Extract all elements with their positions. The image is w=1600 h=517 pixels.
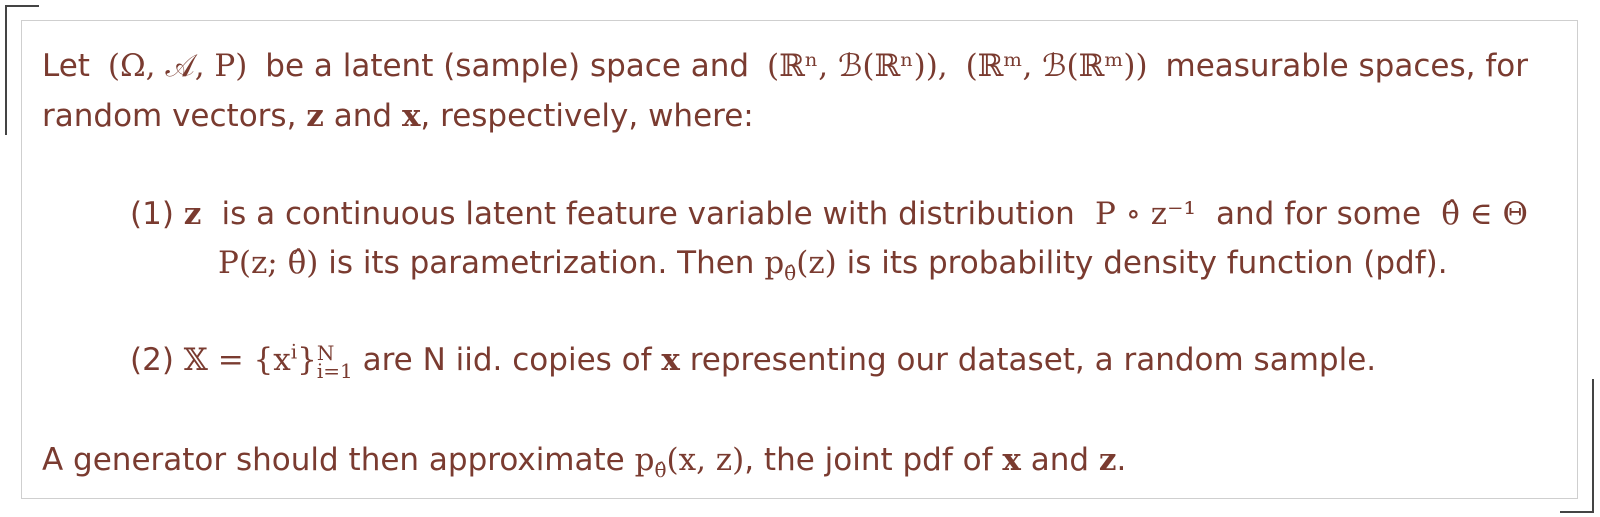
conclusion-text-generator: A generator should then approximate — [42, 442, 625, 478]
conclusion-period: . — [1116, 442, 1127, 478]
dataset-set: 𝕏 = {xi} Ni=1 — [183, 342, 353, 383]
item-2-text-copies: are N iid. copies of — [362, 342, 652, 378]
list-item-1-line-2: P(z; θ̂) is its parametrization. Then pθ… — [218, 243, 1448, 283]
joint-pdf-argument: (x, z) — [666, 442, 745, 478]
item-1-text-pdf: is its probability density function (pdf… — [846, 245, 1448, 281]
intro-text-respectively: , respectively, where: — [420, 98, 754, 134]
probability-space-math: (Ω, 𝒜, P) — [107, 48, 248, 84]
dataset-set-close: } — [297, 342, 317, 378]
intro-text-and: and — [333, 98, 393, 134]
intro-text-random-vectors: random vectors, — [42, 98, 297, 134]
item-2-vector-x: x — [661, 342, 680, 378]
intro-text-latent-space: be a latent (sample) space and — [265, 48, 750, 84]
item-1-distribution: P ∘ z⁻¹ — [1094, 196, 1196, 232]
list-item-2: (2) 𝕏 = {xi} Ni=1 are N iid. copies of x … — [130, 340, 1377, 383]
pdf-symbol: p — [764, 245, 785, 281]
intro-text-measurable: measurable spaces, for — [1165, 48, 1528, 84]
item-1-parametrization: P(z; θ̂) — [218, 245, 319, 281]
conclusion-line: A generator should then approximate pθ̂(… — [42, 440, 1126, 480]
intro-line-2: random vectors, z and x, respectively, w… — [42, 96, 754, 136]
item-1-text-latent: is a continuous latent feature variable … — [221, 196, 1075, 232]
item-1-theta-in-Theta: θ̂ ∈ Θ — [1441, 196, 1528, 232]
pdf-subscript: θ̂ — [784, 261, 797, 286]
joint-pdf-symbol: p — [634, 442, 655, 478]
item-2-number: (2) — [130, 342, 174, 378]
dataset-set-open: 𝕏 = {x — [183, 342, 291, 378]
item-1-text-for-some: and for some — [1216, 196, 1422, 232]
pdf-argument: (z) — [796, 245, 837, 281]
conclusion-vector-z: z — [1098, 442, 1117, 478]
intro-line-1: Let (Ω, 𝒜, P) be a latent (sample) space… — [42, 46, 1528, 86]
conclusion-text-and: and — [1030, 442, 1090, 478]
item-1-pdf: pθ̂(z) — [764, 245, 837, 283]
measurable-space-rn: (ℝⁿ, ℬ(ℝⁿ)), — [767, 48, 948, 84]
item-1-vector-z: z — [183, 196, 202, 232]
dataset-lower-limit: i=1 — [316, 358, 353, 383]
list-item-1-line-1: (1) z is a continuous latent feature var… — [130, 194, 1528, 234]
joint-pdf: pθ̂(x, z) — [634, 442, 745, 480]
conclusion-vector-x: x — [1002, 442, 1021, 478]
vector-z: z — [306, 98, 324, 134]
measurable-space-rm: (ℝᵐ, ℬ(ℝᵐ)) — [965, 48, 1148, 84]
joint-pdf-subscript: θ̂ — [654, 458, 667, 483]
conclusion-text-joint: , the joint pdf of — [744, 442, 993, 478]
item-2-text-dataset: representing our dataset, a random sampl… — [689, 342, 1377, 378]
vector-x: x — [401, 98, 421, 134]
intro-word-let: Let — [42, 48, 90, 84]
item-1-number: (1) — [130, 196, 174, 232]
item-1-text-then: is its parametrization. Then — [328, 245, 755, 281]
